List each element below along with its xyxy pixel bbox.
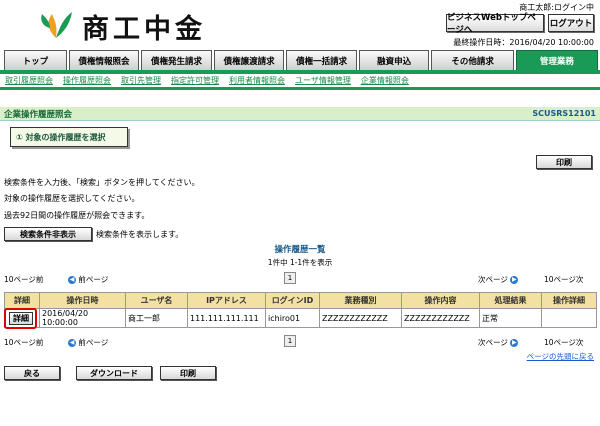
arrow-left-icon: ◀ <box>68 339 76 347</box>
sub-navigation: 取引履歴照会 操作履歴照会 取引先管理 指定許可管理 利用者情報照会 ユーザ情報… <box>0 74 600 90</box>
highlight-box <box>4 308 37 329</box>
cell-datetime: 2016/04/20 10:00:00 <box>39 308 126 328</box>
tab-loan[interactable]: 融資申込 <box>358 50 430 70</box>
cell-operation: ZZZZZZZZZZZZ <box>401 308 480 328</box>
table-row: 詳細 2016/04/20 10:00:00 商工一郎 111.111.111.… <box>4 308 597 328</box>
tab-claim-issue[interactable]: 債権発生請求 <box>141 50 212 70</box>
tab-claim-transfer[interactable]: 債権譲渡請求 <box>213 50 285 70</box>
page-top-link[interactable]: ページの先頭に戻る <box>527 351 594 362</box>
pager-next-label: 次ページ <box>478 338 508 347</box>
toggle-search-button[interactable]: 検索条件非表示 <box>4 227 92 241</box>
description-line-1: 検索条件を入力後、「検索」ボタンを押してください。 <box>4 178 200 187</box>
subnav-operation-history[interactable]: 操作履歴照会 <box>63 75 111 86</box>
column-header: ログインID <box>265 292 320 309</box>
screen-code: SCUSRS12101 <box>532 109 596 118</box>
list-title: 操作履歴一覧 <box>274 245 326 255</box>
pager-next-label: 次ページ <box>478 275 508 284</box>
cell-ip: 111.111.111.111 <box>187 308 266 328</box>
page-title: 企業操作履歴照会 <box>4 109 73 120</box>
pager-prev10-top[interactable]: 10ページ前 <box>4 274 43 285</box>
table-header-row: 詳細 操作日時 ユーザ名 IPアドレス ログインID 業務種別 操作内容 処理結… <box>4 292 597 309</box>
arrow-left-icon: ◀ <box>68 276 76 284</box>
subnav-user-management[interactable]: ユーザ情報管理 <box>295 75 351 86</box>
cell-op-detail <box>541 308 597 328</box>
arrow-right-icon: ▶ <box>510 276 519 284</box>
tab-claim-batch[interactable]: 債権一括請求 <box>286 50 357 70</box>
tab-other[interactable]: その他請求 <box>431 50 514 70</box>
cell-result: 正常 <box>479 308 542 328</box>
description-line-3: 過去92日間の操作履歴が照会できます。 <box>4 211 150 220</box>
header: 商工中金 商工太郎:ログイン中 ビジネスWebトップページへ ログアウト 最終操… <box>0 0 600 50</box>
description-line-2: 対象の操作履歴を選択してください。 <box>4 194 140 203</box>
pager-next-top[interactable]: 次ページ ▶ <box>478 274 519 285</box>
pager-prev-bottom[interactable]: ◀ 前ページ <box>68 337 108 348</box>
column-header: IPアドレス <box>187 292 266 309</box>
subnav-user-info[interactable]: 利用者情報照会 <box>229 75 285 86</box>
cell-login-id: ichiro01 <box>265 308 320 328</box>
pager-prev-label: 前ページ <box>78 338 109 347</box>
print-button-bottom[interactable]: 印刷 <box>160 366 216 380</box>
subnav-permission-management[interactable]: 指定許可管理 <box>171 75 219 86</box>
operation-history-table: 詳細 操作日時 ユーザ名 IPアドレス ログインID 業務種別 操作内容 処理結… <box>4 292 597 328</box>
list-count: 1件中 1-1件を表示 <box>267 258 333 267</box>
pager-prev10-bottom[interactable]: 10ページ前 <box>4 337 43 348</box>
column-header: 詳細 <box>4 292 40 309</box>
pager-next-bottom[interactable]: 次ページ ▶ <box>478 337 519 348</box>
column-header: 操作詳細 <box>541 292 597 309</box>
page-number-bottom[interactable]: 1 <box>284 335 296 347</box>
arrow-right-icon: ▶ <box>510 339 519 347</box>
logo-text: 商工中金 <box>82 14 206 45</box>
step-indicator: ① 対象の操作履歴を選択 <box>10 127 128 147</box>
subnav-company-info[interactable]: 企業情報照会 <box>361 75 409 86</box>
pager-next10-bottom[interactable]: 10ページ次 <box>544 337 583 348</box>
logout-button[interactable]: ログアウト <box>548 14 594 32</box>
column-header: 操作日時 <box>39 292 126 309</box>
page-title-bar: 企業操作履歴照会 SCUSRS12101 <box>0 107 600 121</box>
pager-prev-top[interactable]: ◀ 前ページ <box>68 274 108 285</box>
tab-management[interactable]: 管理業務 <box>515 50 599 70</box>
top-page-button[interactable]: ビジネスWebトップページへ <box>446 13 544 35</box>
download-button[interactable]: ダウンロード <box>76 366 152 380</box>
print-button-top[interactable]: 印刷 <box>536 155 592 169</box>
toggle-search-note: 検索条件を表示します。 <box>96 230 184 239</box>
back-button[interactable]: 戻る <box>4 366 60 380</box>
bank-logo-icon <box>41 12 72 38</box>
subnav-partner-management[interactable]: 取引先管理 <box>121 75 161 86</box>
cell-user: 商工一郎 <box>125 308 188 328</box>
pager-next10-top[interactable]: 10ページ次 <box>544 274 583 285</box>
subnav-transaction-history[interactable]: 取引履歴照会 <box>5 75 53 86</box>
column-header: 処理結果 <box>479 292 542 309</box>
column-header: 操作内容 <box>401 292 480 309</box>
pager-prev-label: 前ページ <box>78 275 109 284</box>
column-header: 業務種別 <box>319 292 402 309</box>
main-tabs: トップ 債権情報照会 債権発生請求 債権譲渡請求 債権一括請求 融資申込 その他… <box>0 50 600 70</box>
cell-category: ZZZZZZZZZZZZ <box>319 308 402 328</box>
tab-claim-info[interactable]: 債権情報照会 <box>68 50 140 70</box>
page-number-top[interactable]: 1 <box>284 272 296 284</box>
last-operation-time: 最終操作日時：2016/04/20 10:00:00 <box>453 38 594 47</box>
column-header: ユーザ名 <box>125 292 188 309</box>
tab-top[interactable]: トップ <box>4 50 67 70</box>
